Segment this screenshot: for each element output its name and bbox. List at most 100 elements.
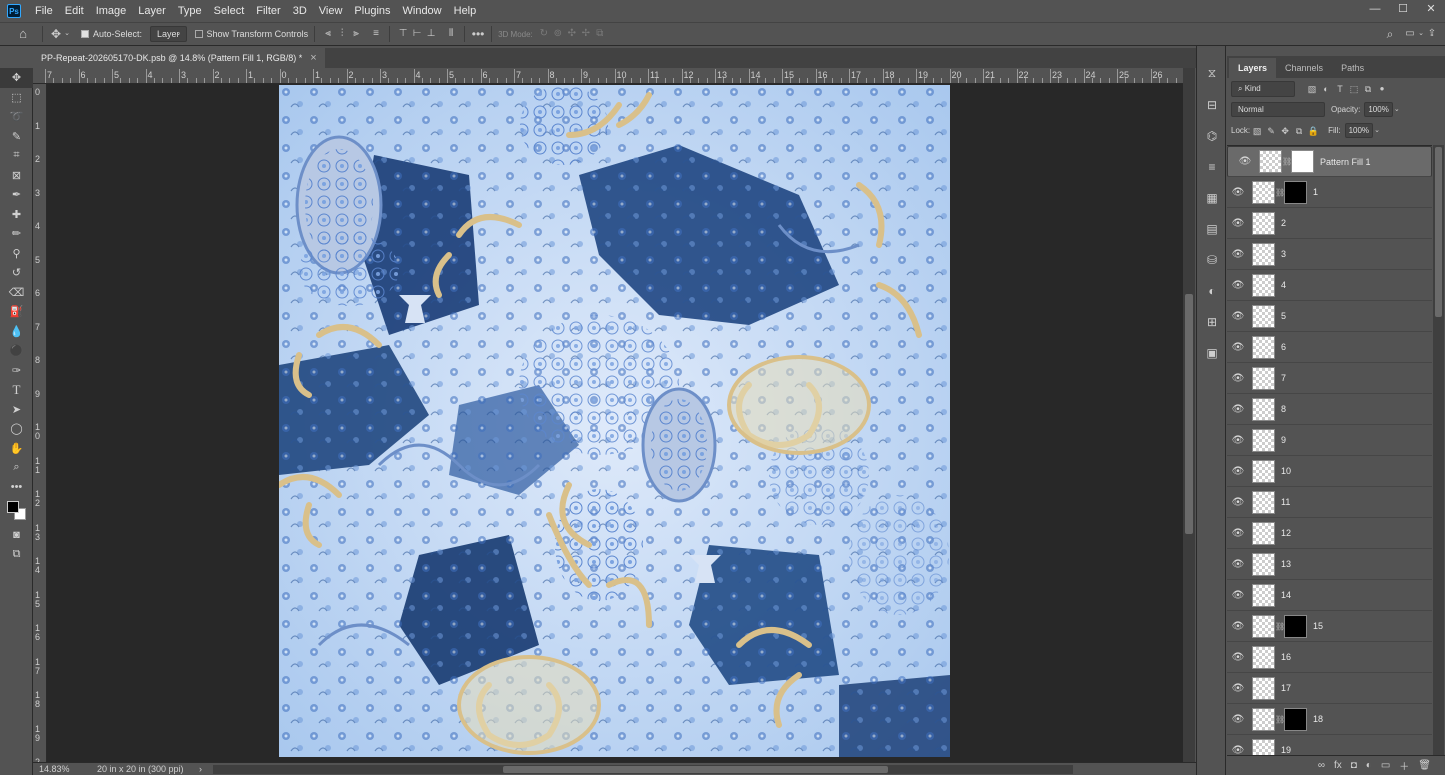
menu-type[interactable]: Type [172, 0, 208, 22]
menu-file[interactable]: File [29, 0, 59, 22]
pen-tool-icon[interactable]: ✑ [0, 361, 33, 381]
fill-input[interactable]: 100% [1344, 123, 1374, 138]
layer-thumbnail[interactable] [1252, 242, 1275, 266]
marquee-tool-icon[interactable]: ⬚ [0, 88, 33, 108]
visibility-eye-icon[interactable]: 👁 [1227, 559, 1249, 570]
layer-thumbnail[interactable] [1252, 366, 1275, 390]
layer-mask-thumbnail[interactable] [1284, 707, 1307, 731]
layer-row[interactable]: 👁 ⛓ 18 [1227, 704, 1432, 735]
visibility-eye-icon[interactable]: 👁 [1227, 466, 1249, 477]
zoom-tool-icon[interactable]: ⌕ [0, 458, 33, 478]
slide-3d-icon[interactable]: ✢ [579, 27, 593, 41]
align-right-icon[interactable]: ⫸ [349, 27, 363, 41]
ellipse-tool-icon[interactable]: ◯ [0, 419, 33, 439]
layer-row[interactable]: 👁 10 [1227, 456, 1432, 487]
foreground-color-swatch[interactable] [7, 501, 19, 513]
home-icon[interactable]: ⌂ [16, 27, 30, 41]
mask-link-icon[interactable]: ⛓ [1275, 188, 1285, 197]
layer-thumbnail[interactable] [1252, 676, 1275, 700]
eyedropper-tool-icon[interactable]: ✒ [0, 185, 33, 205]
layer-thumbnail[interactable] [1252, 645, 1275, 669]
layer-thumbnail[interactable] [1252, 180, 1275, 204]
roll-3d-icon[interactable]: ⊚ [551, 27, 565, 41]
align-middle-icon[interactable]: ⊢ [410, 27, 424, 41]
glyphs-panel-icon[interactable]: ⊞ [1197, 306, 1227, 337]
opacity-input[interactable]: 100% [1364, 102, 1393, 117]
visibility-eye-icon[interactable]: 👁 [1227, 497, 1249, 508]
visibility-eye-icon[interactable]: 👁 [1227, 249, 1249, 260]
frame-tool-icon[interactable]: ⊠ [0, 166, 33, 186]
quick-mask-icon[interactable]: ◙ [0, 525, 33, 545]
pattern-artwork[interactable] [279, 85, 950, 757]
align-bottom-icon[interactable]: ⊥ [424, 27, 438, 41]
delete-layer-icon[interactable]: 🗑 [1418, 760, 1431, 771]
align-left-icon[interactable]: ⫷ [321, 27, 335, 41]
lock-pixels-icon[interactable]: ✎ [1264, 124, 1278, 138]
clone-stamp-tool-icon[interactable]: ⚲ [0, 244, 33, 264]
link-layers-icon[interactable]: ∞ [1318, 760, 1325, 771]
layer-row[interactable]: 👁 7 [1227, 363, 1432, 394]
layer-row[interactable]: 👁 ⛓ 1 [1227, 177, 1432, 208]
layer-thumbnail[interactable] [1259, 150, 1282, 173]
history-panel-icon[interactable]: ⧖ [1197, 58, 1227, 89]
layer-thumbnail[interactable] [1252, 614, 1275, 638]
layer-row[interactable]: 👁 9 [1227, 425, 1432, 456]
layer-row[interactable]: 👁 19 [1227, 735, 1432, 755]
properties-panel-icon[interactable]: ⊟ [1197, 89, 1227, 120]
orbit-3d-icon[interactable]: ↻ [537, 27, 551, 41]
visibility-eye-icon[interactable]: 👁 [1227, 404, 1249, 415]
distribute-vertical-icon[interactable]: ⦀ [444, 27, 458, 41]
path-selection-tool-icon[interactable]: ➤ [0, 400, 33, 420]
layer-row[interactable]: 👁 8 [1227, 394, 1432, 425]
layer-thumbnail[interactable] [1252, 335, 1275, 359]
layer-style-icon[interactable]: fx [1334, 760, 1342, 771]
layer-thumbnail[interactable] [1252, 428, 1275, 452]
status-menu-arrow[interactable]: › [199, 764, 202, 774]
chevron-down-icon[interactable]: ⌄ [1373, 124, 1381, 138]
visibility-eye-icon[interactable]: 👁 [1227, 528, 1249, 539]
blend-mode-dropdown[interactable]: Normal [1231, 102, 1325, 117]
lock-artboard-icon[interactable]: ⧉ [1292, 124, 1306, 138]
visibility-eye-icon[interactable]: 👁 [1234, 156, 1256, 167]
adjustments-panel-icon[interactable]: ≡ [1197, 151, 1227, 182]
tab-layers[interactable]: Layers [1229, 58, 1277, 78]
adjustment-layer-icon[interactable]: ◐ [1366, 760, 1372, 771]
add-mask-icon[interactable]: ◘ [1351, 760, 1357, 771]
menu-3d[interactable]: 3D [287, 0, 313, 22]
screen-mode-icon[interactable]: ⧉ [0, 545, 33, 565]
close-window-button[interactable]: ✕ [1417, 0, 1445, 18]
visibility-eye-icon[interactable]: 👁 [1227, 373, 1249, 384]
crop-tool-icon[interactable]: ⌗ [0, 146, 33, 166]
layer-row[interactable]: 👁 3 [1227, 239, 1432, 270]
visibility-eye-icon[interactable]: 👁 [1227, 590, 1249, 601]
tab-channels[interactable]: Channels [1276, 58, 1332, 78]
shape-filter-icon[interactable]: ⬚ [1347, 82, 1361, 96]
scroll-thumb[interactable] [503, 766, 888, 773]
layer-thumbnail[interactable] [1252, 490, 1275, 514]
move-tool-icon[interactable]: ✥ [0, 68, 33, 88]
layer-mask-thumbnail[interactable] [1291, 150, 1314, 173]
show-transform-checkbox[interactable] [194, 30, 203, 38]
layer-row[interactable]: 👁 13 [1227, 549, 1432, 580]
blur-tool-icon[interactable]: 💧 [0, 322, 33, 342]
layer-thumbnail[interactable] [1252, 738, 1275, 755]
paths-panel-icon[interactable]: ⛁ [1197, 244, 1227, 275]
align-top-icon[interactable]: ⊤ [396, 27, 410, 41]
lock-all-icon[interactable]: 🔒 [1306, 124, 1320, 138]
edit-toolbar-icon[interactable]: ••• [0, 478, 33, 498]
share-icon[interactable]: ⇪ [1425, 27, 1439, 41]
layer-thumbnail[interactable] [1252, 707, 1275, 731]
layer-mask-thumbnail[interactable] [1284, 614, 1307, 638]
lock-position-icon[interactable]: ✥ [1278, 124, 1292, 138]
layer-thumbnail[interactable] [1252, 521, 1275, 545]
pixel-filter-icon[interactable]: ▧ [1305, 82, 1319, 96]
layer-thumbnail[interactable] [1252, 397, 1275, 421]
layer-thumbnail[interactable] [1252, 211, 1275, 235]
mask-link-icon[interactable]: ⛓ [1275, 715, 1285, 724]
canvas-horizontal-scrollbar[interactable] [213, 765, 1073, 774]
move-tool-preset-icon[interactable]: ✥ [49, 27, 63, 41]
chevron-down-icon[interactable]: ⌄ [63, 27, 71, 41]
color-swatches[interactable] [0, 497, 33, 525]
close-tab-icon[interactable]: × [310, 52, 316, 64]
scroll-thumb[interactable] [1185, 294, 1193, 534]
